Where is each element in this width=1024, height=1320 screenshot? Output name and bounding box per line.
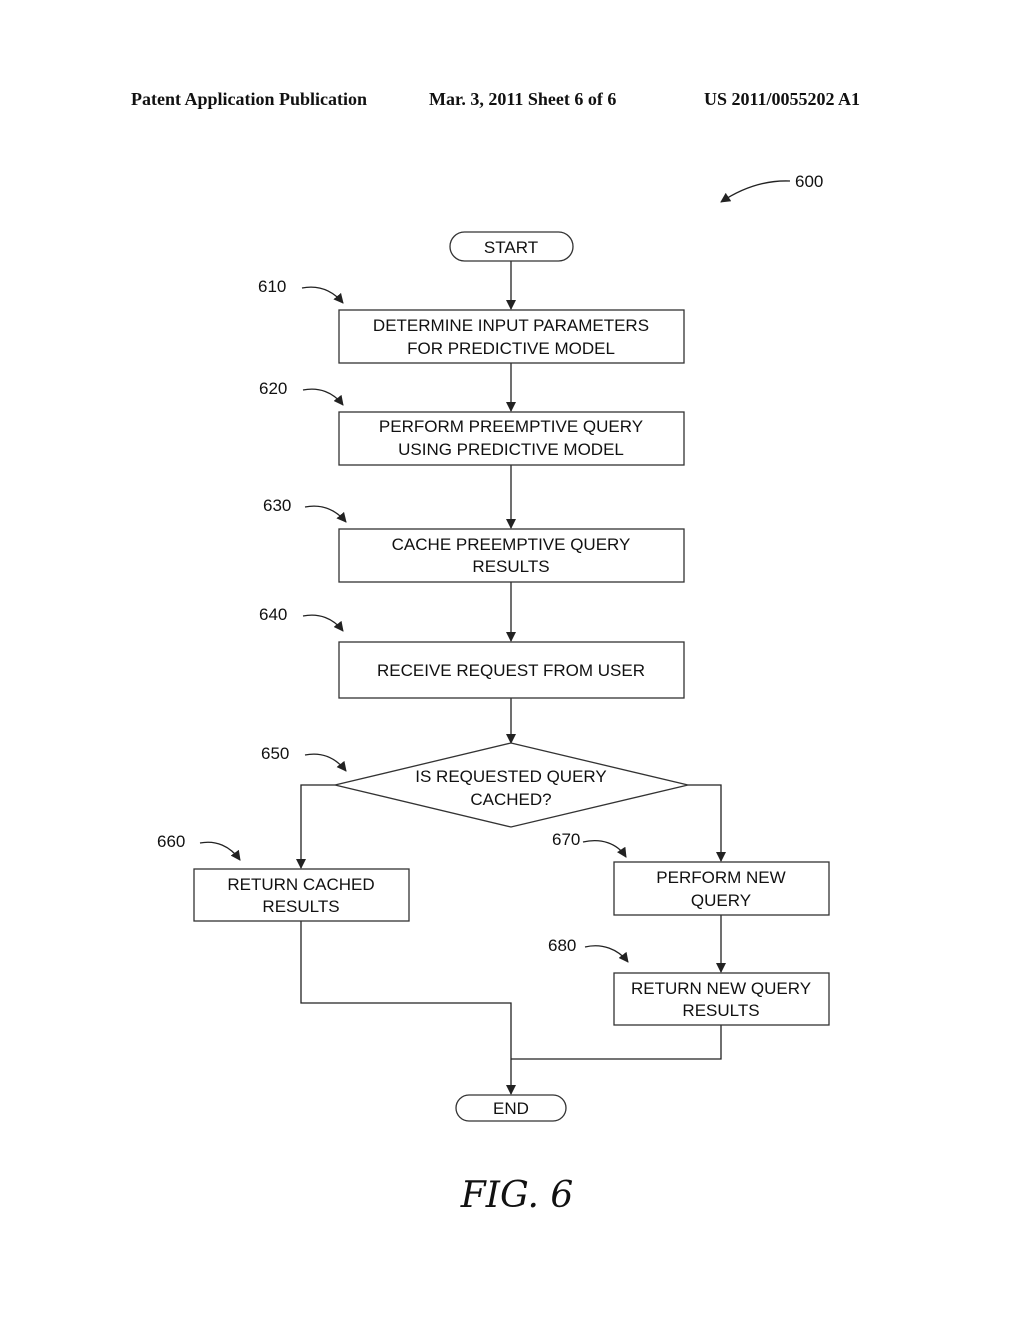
- process-610-line-2: FOR PREDICTIVE MODEL: [407, 339, 615, 358]
- ref-610: 610: [258, 277, 286, 296]
- node-630: CACHE PREEMPTIVE QUERY RESULTS 630: [263, 496, 685, 583]
- ref-leader-640: [302, 614, 344, 632]
- node-640: RECEIVE REQUEST FROM USER 640: [259, 605, 685, 699]
- edge-650-660: [296, 784, 335, 869]
- ref-leader-650: [304, 753, 347, 772]
- node-610: DETERMINE INPUT PARAMETERS FOR PREDICTIV…: [258, 277, 685, 364]
- ref-leader-680: [584, 945, 629, 963]
- figure-ref-leader: [720, 180, 791, 203]
- edge-680-end: [511, 1025, 722, 1060]
- node-start: START: [449, 231, 574, 262]
- edge-650-670: [688, 784, 726, 862]
- process-670-line-2: QUERY: [691, 891, 751, 910]
- process-620-line-2: USING PREDICTIVE MODEL: [398, 440, 624, 459]
- process-680-line-1: RETURN NEW QUERY: [631, 979, 811, 998]
- process-620-line-1: PERFORM PREEMPTIVE QUERY: [379, 417, 643, 436]
- process-610-line-1: DETERMINE INPUT PARAMETERS: [373, 316, 649, 335]
- ref-640: 640: [259, 605, 287, 624]
- process-630-line-2: RESULTS: [472, 557, 549, 576]
- process-630-line-1: CACHE PREEMPTIVE QUERY: [392, 535, 631, 554]
- ref-leader-610: [301, 286, 344, 304]
- node-end: END: [455, 1094, 567, 1122]
- process-680-line-2: RESULTS: [682, 1001, 759, 1020]
- node-670: PERFORM NEW QUERY 670: [552, 830, 830, 916]
- ref-leader-660: [199, 841, 241, 861]
- decision-650-line-1: IS REQUESTED QUERY: [415, 767, 606, 786]
- ref-630: 630: [263, 496, 291, 515]
- ref-650: 650: [261, 744, 289, 763]
- edge-660-end: [300, 921, 516, 1095]
- process-670-line-1: PERFORM NEW: [656, 868, 785, 887]
- ref-660: 660: [157, 832, 185, 851]
- start-label: START: [484, 238, 538, 257]
- decision-650-line-2: CACHED?: [470, 790, 551, 809]
- figure-caption: FIG. 6: [460, 1175, 574, 1216]
- ref-680: 680: [548, 936, 576, 955]
- end-label: END: [493, 1099, 529, 1118]
- process-640-line-1: RECEIVE REQUEST FROM USER: [377, 661, 645, 680]
- ref-leader-630: [304, 505, 347, 523]
- process-660-line-2: RESULTS: [262, 897, 339, 916]
- figure-ref-600: 600: [795, 172, 823, 191]
- flowchart: 600 START DETERMINE INPUT PARAMETERS FOR…: [157, 172, 830, 1122]
- ref-leader-620: [302, 388, 344, 406]
- ref-leader-670: [582, 840, 627, 858]
- node-680: RETURN NEW QUERY RESULTS 680: [548, 936, 830, 1026]
- node-660: RETURN CACHED RESULTS 660: [157, 832, 410, 922]
- process-660-line-1: RETURN CACHED: [227, 875, 374, 894]
- ref-670: 670: [552, 830, 580, 849]
- node-620: PERFORM PREEMPTIVE QUERY USING PREDICTIV…: [259, 379, 685, 466]
- ref-620: 620: [259, 379, 287, 398]
